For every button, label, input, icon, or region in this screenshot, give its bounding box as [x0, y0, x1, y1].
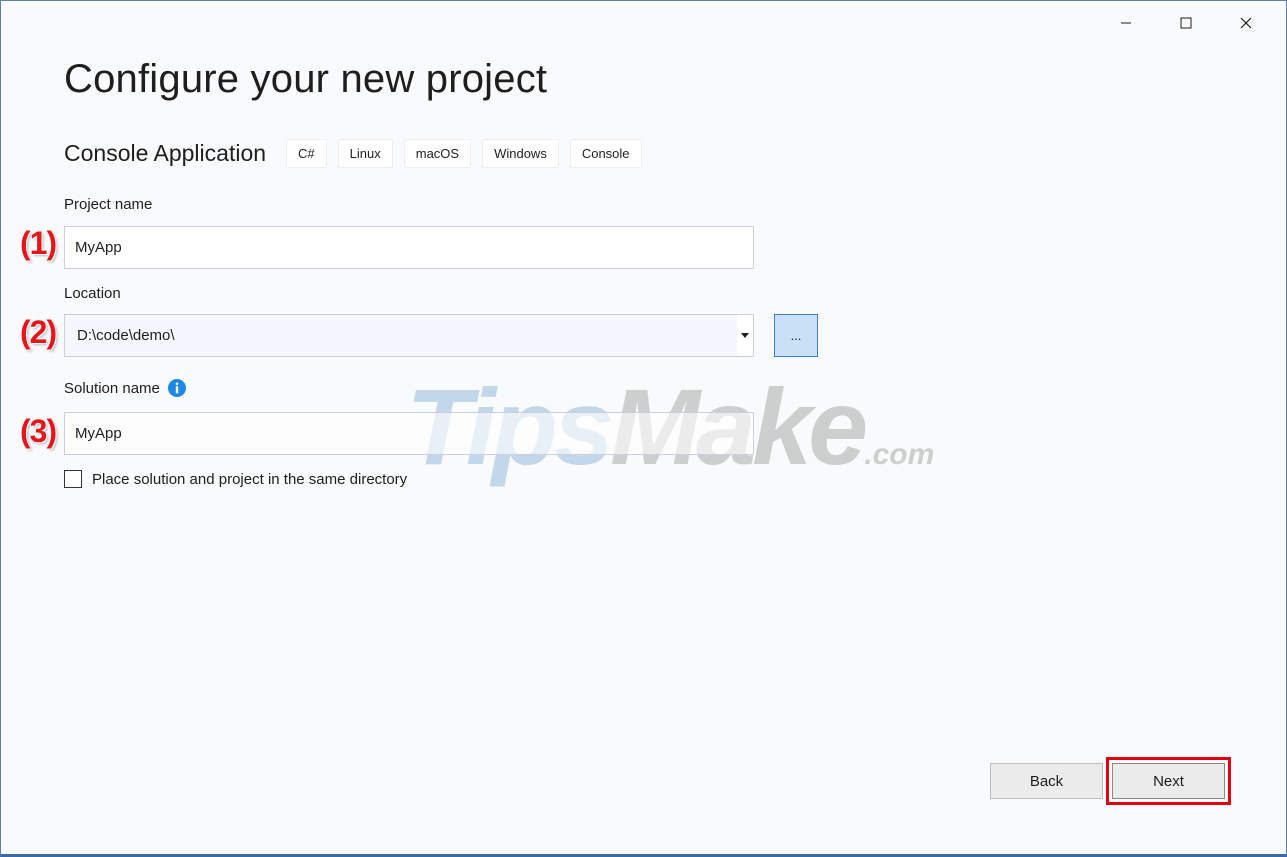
location-label: Location	[64, 285, 121, 302]
maximize-icon	[1180, 17, 1192, 29]
template-row: Console Application C# Linux macOS Windo…	[64, 139, 653, 168]
close-button[interactable]	[1216, 9, 1276, 37]
location-combobox[interactable]: D:\code\demo\	[64, 314, 754, 357]
tag-platform-linux: Linux	[337, 139, 393, 168]
solution-name-label: Solution name	[64, 380, 160, 397]
tag-platform-windows: Windows	[482, 139, 559, 168]
annotation-marker-1: (1)	[20, 225, 57, 261]
window-controls	[1096, 9, 1276, 37]
maximize-button[interactable]	[1156, 9, 1216, 37]
chevron-down-icon	[741, 333, 749, 338]
minimize-icon	[1121, 22, 1131, 24]
project-name-input[interactable]: MyApp	[64, 226, 754, 269]
next-button[interactable]: Next	[1112, 763, 1225, 799]
minimize-button[interactable]	[1096, 9, 1156, 37]
browse-location-button[interactable]: ...	[774, 314, 818, 357]
same-directory-label[interactable]: Place solution and project in the same d…	[92, 471, 407, 488]
tag-project-type: Console	[569, 139, 642, 168]
tag-platform-macos: macOS	[403, 139, 472, 168]
location-dropdown-button[interactable]	[737, 315, 753, 356]
info-icon[interactable]	[168, 379, 186, 397]
dialog-window: Configure your new project Console Appli…	[0, 0, 1287, 857]
annotation-marker-2: (2)	[20, 314, 57, 350]
back-button[interactable]: Back	[990, 763, 1103, 799]
annotation-marker-3: (3)	[20, 413, 57, 449]
location-value[interactable]: D:\code\demo\	[65, 327, 737, 344]
same-directory-option[interactable]: Place solution and project in the same d…	[64, 470, 407, 488]
page-title: Configure your new project	[64, 57, 548, 101]
same-directory-checkbox[interactable]	[64, 470, 82, 488]
watermark-domain: .com	[864, 438, 935, 471]
template-name: Console Application	[64, 140, 267, 166]
close-icon	[1240, 17, 1252, 29]
tag-language: C#	[286, 139, 327, 168]
solution-name-input[interactable]: MyApp	[64, 412, 754, 455]
project-name-label: Project name	[64, 196, 153, 213]
